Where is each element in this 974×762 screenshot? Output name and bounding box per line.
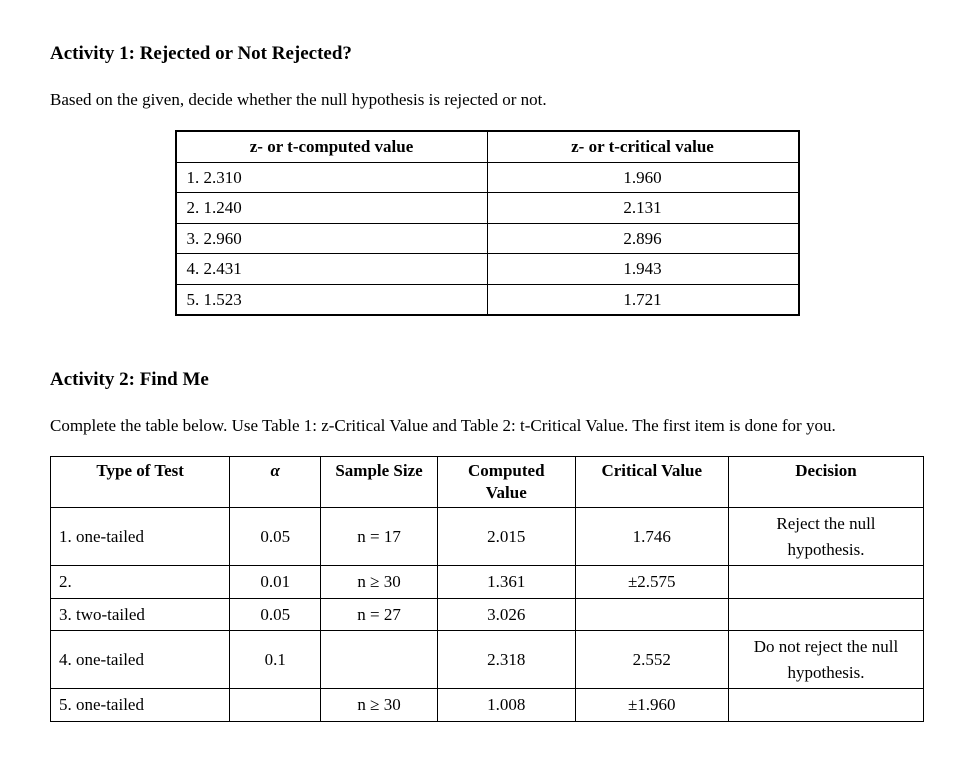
cell-decision: Reject the null hypothesis.	[728, 508, 923, 566]
activity1-title: Activity 1: Rejected or Not Rejected?	[50, 40, 924, 69]
cell-critical: 2.896	[487, 223, 799, 254]
cell-decision	[728, 689, 923, 722]
cell-computed: 2. 1.240	[176, 193, 488, 224]
cell-sample: n = 27	[321, 598, 438, 631]
activity2-instruction: Complete the table below. Use Table 1: z…	[50, 413, 924, 439]
cell-type: 5. one-tailed	[51, 689, 230, 722]
col-sample-header: Sample Size	[321, 457, 438, 508]
table-row: 4. 2.431 1.943	[176, 254, 799, 285]
table-header-row: z- or t-computed value z- or t-critical …	[176, 131, 799, 162]
table-header-row: Type of Test α Sample Size Computed Valu…	[51, 457, 924, 508]
cell-computed: 5. 1.523	[176, 284, 488, 315]
cell-sample: n = 17	[321, 508, 438, 566]
table-row: 5. one-tailed n ≥ 30 1.008 ±1.960	[51, 689, 924, 722]
table-row: 1. one-tailed 0.05 n = 17 2.015 1.746 Re…	[51, 508, 924, 566]
activity2-title: Activity 2: Find Me	[50, 366, 924, 395]
cell-critical: 1.746	[575, 508, 728, 566]
cell-sample	[321, 631, 438, 689]
cell-type: 3. two-tailed	[51, 598, 230, 631]
cell-critical: 1.960	[487, 162, 799, 193]
cell-sample: n ≥ 30	[321, 689, 438, 722]
cell-critical	[575, 598, 728, 631]
col-type-header: Type of Test	[51, 457, 230, 508]
cell-type: 2.	[51, 566, 230, 599]
col-alpha-header: α	[230, 457, 321, 508]
cell-decision	[728, 566, 923, 599]
col-computed-header: z- or t-computed value	[176, 131, 488, 162]
table-row: 3. 2.960 2.896	[176, 223, 799, 254]
cell-computed: 2.015	[437, 508, 575, 566]
cell-type: 4. one-tailed	[51, 631, 230, 689]
cell-decision: Do not reject the null hypothesis.	[728, 631, 923, 689]
cell-critical: 1.721	[487, 284, 799, 315]
col-critical-header: z- or t-critical value	[487, 131, 799, 162]
cell-computed: 1.008	[437, 689, 575, 722]
cell-critical: ±1.960	[575, 689, 728, 722]
cell-critical: 2.552	[575, 631, 728, 689]
alpha-symbol: α	[271, 461, 280, 480]
col-computed-header: Computed Value	[437, 457, 575, 508]
cell-computed: 3. 2.960	[176, 223, 488, 254]
table-row: 2. 0.01 n ≥ 30 1.361 ±2.575	[51, 566, 924, 599]
cell-type: 1. one-tailed	[51, 508, 230, 566]
table-row: 4. one-tailed 0.1 2.318 2.552 Do not rej…	[51, 631, 924, 689]
cell-sample: n ≥ 30	[321, 566, 438, 599]
cell-critical: 1.943	[487, 254, 799, 285]
cell-critical: ±2.575	[575, 566, 728, 599]
cell-computed: 2.318	[437, 631, 575, 689]
cell-computed: 1.361	[437, 566, 575, 599]
cell-computed: 3.026	[437, 598, 575, 631]
table-row: 5. 1.523 1.721	[176, 284, 799, 315]
cell-alpha: 0.05	[230, 598, 321, 631]
table-row: 2. 1.240 2.131	[176, 193, 799, 224]
cell-decision	[728, 598, 923, 631]
activity2-table: Type of Test α Sample Size Computed Valu…	[50, 456, 924, 722]
cell-alpha	[230, 689, 321, 722]
cell-critical: 2.131	[487, 193, 799, 224]
col-decision-header: Decision	[728, 457, 923, 508]
cell-alpha: 0.1	[230, 631, 321, 689]
cell-alpha: 0.01	[230, 566, 321, 599]
table-row: 3. two-tailed 0.05 n = 27 3.026	[51, 598, 924, 631]
table-row: 1. 2.310 1.960	[176, 162, 799, 193]
activity1-table: z- or t-computed value z- or t-critical …	[175, 130, 800, 316]
activity1-instruction: Based on the given, decide whether the n…	[50, 87, 924, 113]
cell-alpha: 0.05	[230, 508, 321, 566]
cell-computed: 4. 2.431	[176, 254, 488, 285]
col-critical-header: Critical Value	[575, 457, 728, 508]
cell-computed: 1. 2.310	[176, 162, 488, 193]
